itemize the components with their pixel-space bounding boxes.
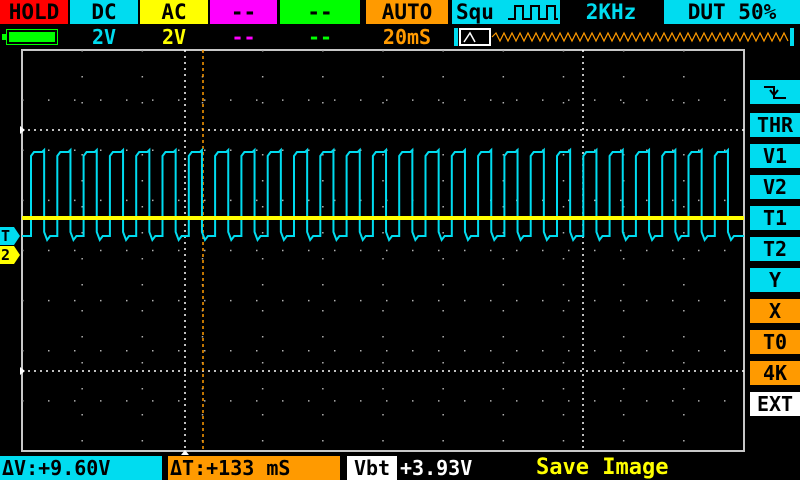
menu-y-button[interactable]: Y bbox=[750, 268, 800, 292]
scope-screen bbox=[20, 49, 745, 455]
delta-v-readout[interactable]: ΔV:+9.60V bbox=[0, 456, 162, 480]
menu-thr-button[interactable]: THR bbox=[750, 113, 800, 137]
ch1-trace bbox=[22, 147, 744, 243]
vbt-label: Vbt bbox=[347, 456, 397, 480]
vbt-value: +3.93V bbox=[400, 456, 473, 480]
menu-v2-button[interactable]: V2 bbox=[750, 175, 800, 199]
scope-frame bbox=[21, 49, 745, 452]
trigger-edge-button[interactable] bbox=[750, 80, 800, 104]
menu-v1-button[interactable]: V1 bbox=[750, 144, 800, 168]
delta-t-readout[interactable]: ΔT:+133 mS bbox=[168, 456, 340, 480]
menu-t1-button[interactable]: T1 bbox=[750, 206, 800, 230]
menu-t2-button[interactable]: T2 bbox=[750, 237, 800, 261]
status-message: Save Image bbox=[536, 455, 669, 480]
falling-edge-icon bbox=[764, 86, 786, 99]
menu-x-button[interactable]: X bbox=[750, 299, 800, 323]
menu-t0-button[interactable]: T0 bbox=[750, 330, 800, 354]
menu-4k-button[interactable]: 4K bbox=[750, 361, 800, 385]
menu-ext-button[interactable]: EXT bbox=[750, 392, 800, 416]
